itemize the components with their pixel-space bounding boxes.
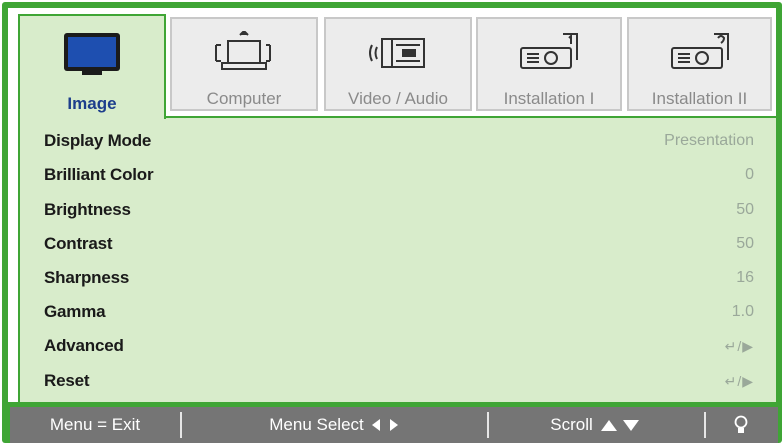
help-hint <box>706 407 776 443</box>
menu-item-gamma[interactable]: Gamma 1.0 <box>44 295 754 329</box>
osd-menu-frame: Image Computer Video / Audio Installatio… <box>2 2 782 443</box>
tab-label: Installation I <box>503 89 595 108</box>
tab-label: Video / Audio <box>348 89 448 108</box>
menu-item-sharpness[interactable]: Sharpness 16 <box>44 261 754 295</box>
enter-arrow-icon: ↵/▶ <box>724 337 754 354</box>
menu-item-label: Gamma <box>44 302 106 321</box>
enter-arrow-icon: ↵/▶ <box>724 372 754 389</box>
monitor-icon <box>62 28 122 80</box>
tab-label: Installation II <box>651 89 748 108</box>
menu-item-reset[interactable]: Reset ↵/▶ <box>44 364 754 398</box>
tab-label: Computer <box>206 89 282 108</box>
tab-installation-1[interactable]: Installation I <box>476 17 622 111</box>
menu-item-label: Reset <box>44 371 90 390</box>
menu-item-brightness[interactable]: Brightness 50 <box>44 193 754 227</box>
menu-item-label: Contrast <box>44 234 113 253</box>
menu-item-value: 1.0 <box>731 303 754 320</box>
tab-label: Image <box>67 94 117 113</box>
left-right-arrows-icon <box>371 419 398 431</box>
menu-item-advanced[interactable]: Advanced ↵/▶ <box>44 329 754 363</box>
tab-image[interactable]: Image <box>18 14 166 119</box>
image-settings-panel: Display Mode Presentation Brilliant Colo… <box>18 116 778 404</box>
tab-installation-2[interactable]: Installation II <box>627 17 772 111</box>
menu-item-value: 0 <box>745 166 754 183</box>
menu-item-brilliant-color[interactable]: Brilliant Color 0 <box>44 158 754 192</box>
menu-item-label: Brilliant Color <box>44 165 154 184</box>
menu-exit-hint: Menu = Exit <box>49 415 141 434</box>
menu-item-label: Sharpness <box>44 268 130 287</box>
osd-menu-body: Image Computer Video / Audio Installatio… <box>8 8 778 404</box>
menu-item-display-mode[interactable]: Display Mode Presentation <box>44 124 754 158</box>
menu-item-value: Presentation <box>664 132 754 149</box>
video-audio-icon <box>362 27 434 79</box>
computer-icon <box>212 27 276 79</box>
menu-item-contrast[interactable]: Contrast 50 <box>44 227 754 261</box>
tab-computer[interactable]: Computer <box>170 17 318 111</box>
lightbulb-icon <box>734 415 748 433</box>
up-down-arrows-icon <box>600 420 639 431</box>
osd-status-bar: Menu = Exit Menu Select Scroll <box>10 407 778 443</box>
menu-item-value: 16 <box>736 269 754 286</box>
menu-item-label: Display Mode <box>44 131 152 150</box>
scroll-hint: Scroll <box>489 407 704 443</box>
menu-item-value: 50 <box>736 235 754 252</box>
projector-help-icon <box>664 27 736 79</box>
menu-item-value: 50 <box>736 201 754 218</box>
menu-item-label: Advanced <box>44 336 124 355</box>
projector-icon <box>513 27 585 79</box>
menu-select-hint: Menu Select <box>182 407 487 443</box>
tab-video-audio[interactable]: Video / Audio <box>324 17 472 111</box>
menu-item-label: Brightness <box>44 200 131 219</box>
